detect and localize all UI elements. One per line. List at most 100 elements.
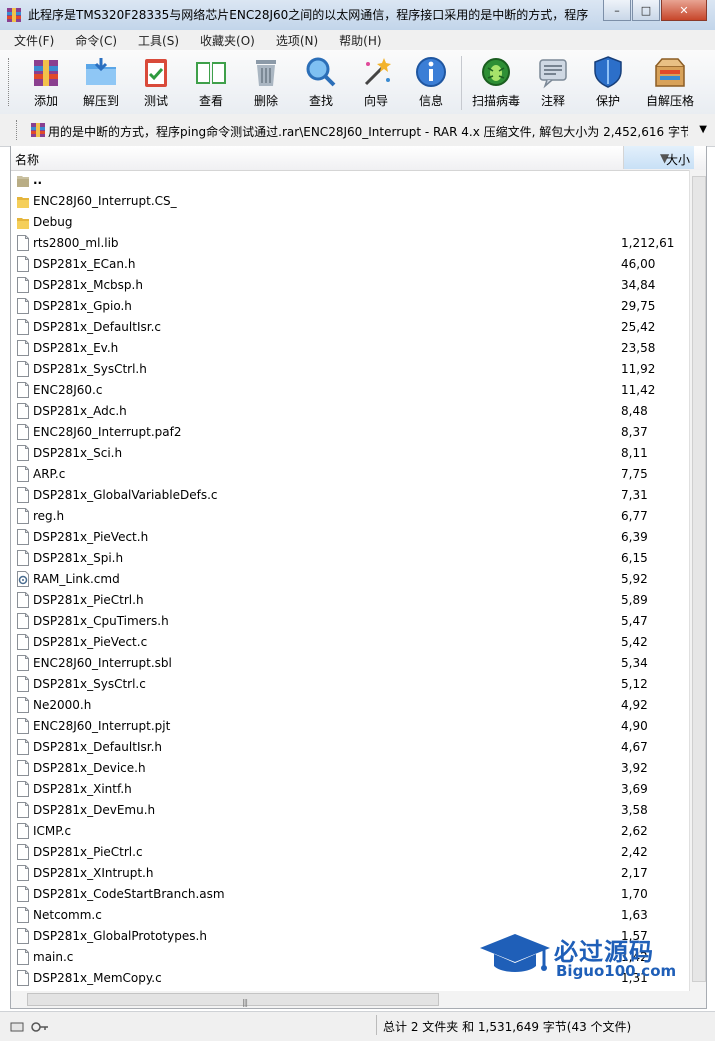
test-label: 测试: [143, 94, 168, 108]
file-name: DSP281x_PieVect.c: [33, 635, 148, 649]
file-row[interactable]: DSP281x_Sci.h 8,11: [11, 443, 689, 464]
file-row[interactable]: DSP281x_Adc.h 8,48: [11, 401, 689, 422]
toolbar-separator: [461, 56, 462, 110]
menu-tools[interactable]: 工具(S): [124, 30, 186, 50]
delete-label: 删除: [253, 94, 278, 108]
protect-button[interactable]: 保护: [580, 54, 636, 109]
folder-row[interactable]: ENC28J60_Interrupt.CS_: [11, 191, 689, 212]
file-row[interactable]: DSP281x_ECan.h 46,00: [11, 254, 689, 275]
file-size: 46,00: [621, 257, 656, 271]
path-dropdown-icon[interactable]: ▼: [699, 124, 707, 135]
file-icon: [17, 949, 29, 965]
address-grip: [16, 120, 19, 140]
status-icons: [10, 1022, 48, 1032]
file-row[interactable]: DSP281x_CpuTimers.h 5,47: [11, 611, 689, 632]
column-size-header[interactable]: ▼ 大小: [623, 146, 694, 169]
file-row[interactable]: DSP281x_SysCtrl.h 11,92: [11, 359, 689, 380]
file-row[interactable]: DSP281x_PieCtrl.c 2,42: [11, 842, 689, 863]
address-bar: 用的是中断的方式，程序ping命令测试通过.rar\ENC28J60_Inter…: [0, 114, 715, 147]
file-row[interactable]: DSP281x_GlobalVariableDefs.c 7,31: [11, 485, 689, 506]
file-row[interactable]: DSP281x_Xintf.h 3,69: [11, 779, 689, 800]
close-button[interactable]: ✕: [661, 0, 707, 21]
comment-button[interactable]: 注释: [525, 54, 581, 109]
file-row[interactable]: DSP281x_DefaultIsr.h 4,67: [11, 737, 689, 758]
virus-scan-button[interactable]: 扫描病毒: [468, 54, 524, 109]
file-row[interactable]: DSP281x_DevEmu.h 3,58: [11, 800, 689, 821]
horizontal-scrollbar[interactable]: |||: [10, 991, 707, 1009]
maximize-button[interactable]: □: [632, 0, 660, 21]
file-row[interactable]: ENC28J60.c 11,42: [11, 380, 689, 401]
wizard-button[interactable]: 向导: [348, 54, 404, 109]
file-row[interactable]: DSP281x_Spi.h 6,15: [11, 548, 689, 569]
find-button[interactable]: 查找: [293, 54, 349, 109]
file-row[interactable]: DSP281x_PieVect.c 5,42: [11, 632, 689, 653]
add-label: 添加: [33, 94, 58, 108]
file-name: DSP281x_CodeStartBranch.asm: [33, 887, 225, 901]
status-divider: [376, 1015, 377, 1035]
folder-row[interactable]: ..: [11, 170, 689, 191]
file-row[interactable]: Netcomm.c 1,63: [11, 905, 689, 926]
file-name: main.c: [33, 950, 74, 964]
file-size: 3,58: [621, 803, 648, 817]
sfx-button[interactable]: 自解压格: [639, 54, 701, 109]
file-row[interactable]: DSP281x_Mcbsp.h 34,84: [11, 275, 689, 296]
test-button[interactable]: 测试: [128, 54, 184, 109]
menu-favorites[interactable]: 收藏夹(O): [186, 30, 262, 50]
file-size: 25,42: [621, 320, 656, 334]
menu-options[interactable]: 选项(N): [262, 30, 325, 50]
file-row[interactable]: ICMP.c 2,62: [11, 821, 689, 842]
file-row[interactable]: RAM_Link.cmd 5,92: [11, 569, 689, 590]
file-icon: [17, 739, 29, 755]
info-label: 信息: [418, 94, 443, 108]
extract-button[interactable]: 解压到: [73, 54, 129, 109]
file-row[interactable]: DSP281x_CodeStartBranch.asm 1,70: [11, 884, 689, 905]
info-button[interactable]: 信息: [403, 54, 459, 109]
folder-row[interactable]: Debug: [11, 212, 689, 233]
column-header: 名称 ▼ 大小: [11, 146, 706, 171]
file-icon: [17, 760, 29, 776]
view-book-icon: [196, 62, 226, 84]
find-label: 查找: [308, 94, 333, 108]
file-row[interactable]: ARP.c 7,75: [11, 464, 689, 485]
file-row[interactable]: DSP281x_XIntrupt.h 2,17: [11, 863, 689, 884]
minimize-button[interactable]: –: [603, 0, 631, 21]
horizontal-scroll-thumb[interactable]: |||: [27, 993, 439, 1007]
file-row[interactable]: DSP281x_PieCtrl.h 5,89: [11, 590, 689, 611]
file-row[interactable]: ENC28J60_Interrupt.sbl 5,34: [11, 653, 689, 674]
file-size: 3,92: [621, 761, 648, 775]
menu-commands[interactable]: 命令(C): [61, 30, 124, 50]
vertical-scroll-thumb[interactable]: [692, 176, 706, 982]
vertical-scrollbar[interactable]: [689, 170, 706, 991]
file-row[interactable]: DSP281x_SysCtrl.c 5,12: [11, 674, 689, 695]
file-name: ENC28J60_Interrupt.pjt: [33, 719, 171, 733]
delete-button[interactable]: 删除: [238, 54, 294, 109]
file-size: 34,84: [621, 278, 656, 292]
file-icon: [17, 508, 29, 524]
menu-help[interactable]: 帮助(H): [325, 30, 388, 50]
file-row[interactable]: DSP281x_DefaultIsr.c 25,42: [11, 317, 689, 338]
add-button[interactable]: 添加: [18, 54, 74, 109]
file-size: 4,67: [621, 740, 648, 754]
file-icon: [17, 277, 29, 293]
file-row[interactable]: ENC28J60_Interrupt.paf2 8,37: [11, 422, 689, 443]
watermark: 必过源码 Biguo100.com: [478, 928, 703, 988]
file-row[interactable]: rts2800_ml.lib 1,212,61: [11, 233, 689, 254]
file-row[interactable]: Ne2000.h 4,92: [11, 695, 689, 716]
view-button[interactable]: 查看: [183, 54, 239, 109]
file-row[interactable]: DSP281x_Device.h 3,92: [11, 758, 689, 779]
file-icon: [17, 529, 29, 545]
column-name-header[interactable]: 名称: [15, 151, 39, 168]
file-row[interactable]: DSP281x_PieVect.h 6,39: [11, 527, 689, 548]
file-row[interactable]: ENC28J60_Interrupt.pjt 4,90: [11, 716, 689, 737]
file-size: 11,92: [621, 362, 656, 376]
file-row[interactable]: DSP281x_Gpio.h 29,75: [11, 296, 689, 317]
graduation-cap-logo-icon: [480, 934, 550, 972]
file-size: 29,75: [621, 299, 656, 313]
archive-path[interactable]: 用的是中断的方式，程序ping命令测试通过.rar\ENC28J60_Inter…: [48, 123, 688, 140]
menu-file[interactable]: 文件(F): [0, 30, 61, 50]
archive-icon: [31, 123, 45, 137]
file-icon: [17, 928, 29, 944]
file-icon: [17, 718, 29, 734]
file-row[interactable]: DSP281x_Ev.h 23,58: [11, 338, 689, 359]
file-row[interactable]: reg.h 6,77: [11, 506, 689, 527]
